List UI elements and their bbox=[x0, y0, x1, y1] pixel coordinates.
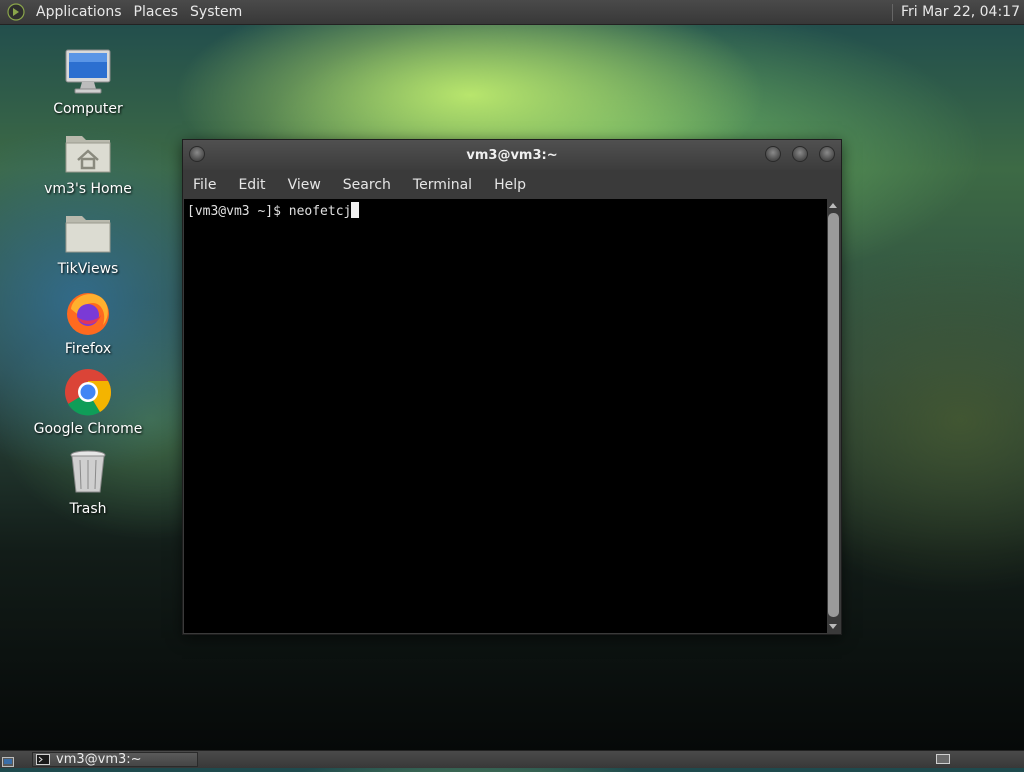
window-title: vm3@vm3:~ bbox=[466, 147, 558, 163]
minimize-button[interactable] bbox=[765, 146, 781, 162]
window-menu-button[interactable] bbox=[189, 146, 205, 162]
shell-prompt: [vm3@vm3 ~]$ bbox=[187, 204, 289, 219]
bottom-panel: vm3@vm3:~ bbox=[0, 750, 1024, 768]
close-button[interactable] bbox=[819, 146, 835, 162]
desktop-icon-home[interactable]: vm3's Home bbox=[26, 126, 150, 197]
menu-search[interactable]: Search bbox=[332, 177, 402, 193]
folder-icon bbox=[62, 206, 114, 258]
firefox-icon bbox=[62, 286, 114, 338]
desktop-icon-label: Trash bbox=[69, 501, 107, 517]
desktop-icon-label: vm3's Home bbox=[44, 181, 132, 197]
scroll-down-arrow-icon[interactable] bbox=[829, 624, 837, 629]
menu-file[interactable]: File bbox=[183, 177, 227, 193]
desktop-icon-computer[interactable]: Computer bbox=[26, 46, 150, 117]
desktop-icon-label: Firefox bbox=[64, 341, 112, 357]
terminal-window[interactable]: vm3@vm3:~ File Edit View Search Terminal… bbox=[182, 139, 842, 635]
prompt-line: [vm3@vm3 ~]$ neofetcj bbox=[187, 202, 360, 219]
desktop-icon-label: Google Chrome bbox=[33, 421, 143, 437]
workspace-switcher[interactable] bbox=[936, 754, 950, 764]
desktop-icon-google-chrome[interactable]: Google Chrome bbox=[26, 366, 150, 437]
panel-separator bbox=[891, 3, 893, 21]
chrome-icon bbox=[62, 366, 114, 418]
text-cursor bbox=[351, 202, 360, 218]
taskbar-terminal-button[interactable]: vm3@vm3:~ bbox=[32, 752, 198, 767]
terminal-icon bbox=[36, 754, 50, 765]
scrollbar-thumb[interactable] bbox=[828, 213, 839, 617]
desktop-icon-label: TikViews bbox=[57, 261, 119, 277]
taskbar-window-label: vm3@vm3:~ bbox=[56, 752, 142, 767]
menu-help[interactable]: Help bbox=[483, 177, 537, 193]
terminal-scrollbar[interactable] bbox=[827, 199, 840, 633]
typed-command: neofetcj bbox=[288, 204, 352, 219]
applications-menu[interactable]: Applications bbox=[30, 0, 128, 25]
trash-icon bbox=[62, 446, 114, 498]
terminal-output[interactable]: [vm3@vm3 ~]$ neofetcj bbox=[184, 199, 827, 633]
desktop-icon-firefox[interactable]: Firefox bbox=[26, 286, 150, 357]
top-panel: Applications Places System Fri Mar 22, 0… bbox=[0, 0, 1024, 25]
menu-edit[interactable]: Edit bbox=[227, 177, 276, 193]
show-desktop-icon[interactable] bbox=[2, 753, 14, 767]
menu-view[interactable]: View bbox=[277, 177, 332, 193]
window-titlebar[interactable]: vm3@vm3:~ bbox=[183, 140, 841, 170]
terminal-menubar: File Edit View Search Terminal Help bbox=[183, 170, 841, 199]
places-menu[interactable]: Places bbox=[128, 0, 185, 25]
scroll-up-arrow-icon[interactable] bbox=[829, 203, 837, 208]
mate-logo-icon[interactable] bbox=[6, 2, 26, 22]
home-folder-icon bbox=[62, 126, 114, 178]
clock[interactable]: Fri Mar 22, 04:17 bbox=[901, 4, 1024, 20]
desktop-icon-tikviews[interactable]: TikViews bbox=[26, 206, 150, 277]
menu-terminal[interactable]: Terminal bbox=[402, 177, 483, 193]
maximize-button[interactable] bbox=[792, 146, 808, 162]
desktop-icon-label: Computer bbox=[53, 101, 123, 117]
desktop-icon-trash[interactable]: Trash bbox=[26, 446, 150, 517]
computer-icon bbox=[62, 46, 114, 98]
system-menu[interactable]: System bbox=[184, 0, 248, 25]
